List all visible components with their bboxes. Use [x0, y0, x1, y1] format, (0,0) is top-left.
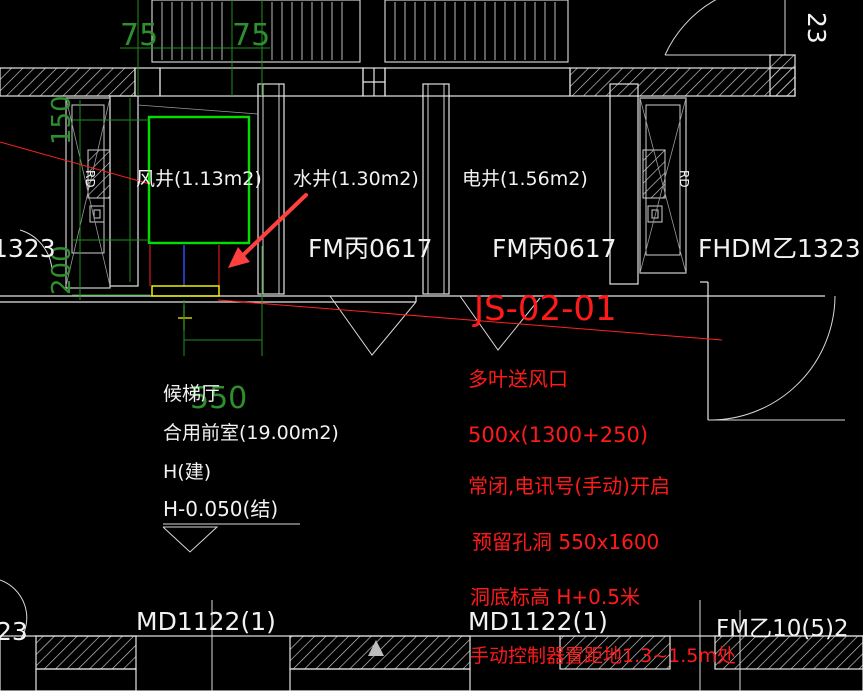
door-label-fm-right: FM乙10(5)2 — [716, 616, 849, 642]
level-struct: H-0.050(结) — [163, 497, 278, 521]
water-shaft-label: 水井(1.30m2) — [293, 168, 419, 190]
cad-drawing-canvas[interactable]: RD RD 75 75 150 200 550 风井(1.13m2) 水井(1.… — [0, 0, 863, 691]
top-louvre-right — [384, 0, 569, 63]
room-desc: 合用前室(19.00m2) — [163, 422, 339, 444]
annotation-line-4: 预留孔洞 550x1600 — [472, 530, 659, 554]
annotation-line-5: 洞底标高 H+0.5米 — [470, 585, 640, 609]
dim-top-right: 75 — [232, 18, 270, 53]
top-wall — [0, 54, 796, 97]
annotation-line-1: 多叶送风口 — [468, 367, 568, 391]
door-label-top-right: 23 — [802, 12, 831, 44]
corridor-lines — [0, 281, 825, 420]
door-label-left: 1323 — [0, 234, 56, 263]
level-arch: H(建) — [163, 461, 211, 483]
annotation-line-6: 手动控制器置距地1.3~1.5m处 — [470, 645, 736, 667]
door-label-fm2: FM丙0617 — [492, 234, 617, 263]
rd-label-left: RD — [83, 170, 97, 188]
dim-top-left: 75 — [120, 18, 158, 53]
door-label-md-right: MD1122(1) — [468, 607, 608, 636]
annotation-line-3: 常闭,电讯号(手动)开启 — [468, 474, 670, 498]
door-label-left-bottom: 23 — [0, 617, 28, 646]
level-marker — [162, 526, 219, 553]
room-name: 候梯厅 — [163, 383, 220, 405]
door-label-fm1: FM丙0617 — [308, 234, 433, 263]
annotation-line-2: 500x(1300+250) — [468, 423, 648, 447]
door-label-fhdm: FHDM乙1323 — [698, 234, 861, 263]
riser-right: RD — [639, 97, 691, 274]
annotation-code: JS-02-01 — [472, 289, 617, 329]
dim-side-150: 150 — [47, 95, 77, 145]
electric-shaft-label: 电井(1.56m2) — [462, 168, 588, 190]
rd-label-right: RD — [677, 170, 691, 188]
door-label-md-left: MD1122(1) — [136, 607, 276, 636]
air-shaft-label: 风井(1.13m2) — [136, 168, 262, 190]
top-right-door-arc — [664, 0, 717, 56]
